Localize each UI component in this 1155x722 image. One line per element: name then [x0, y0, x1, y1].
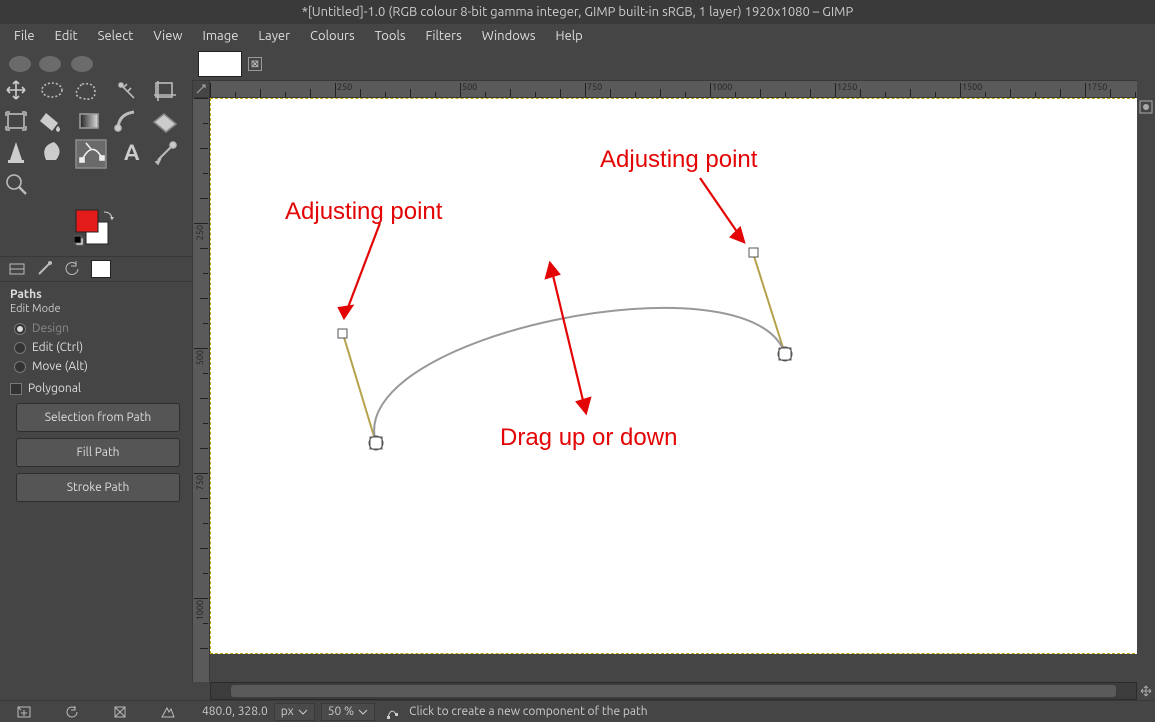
vertical-scrollbar[interactable]: [1137, 98, 1155, 682]
tool-zoom-icon[interactable]: [7, 175, 26, 194]
window-title: *[Untitled]-1.0 (RGB colour 8-bit gamma …: [0, 0, 1155, 24]
selection-from-path-button[interactable]: Selection from Path: [16, 403, 180, 432]
ruler-origin[interactable]: [192, 80, 210, 98]
tool-fuzzy-select-icon[interactable]: [119, 83, 134, 98]
status-zoom[interactable]: 50 %: [321, 703, 375, 721]
menu-layer[interactable]: Layer: [248, 27, 300, 45]
tab-undo-history-icon[interactable]: [62, 259, 84, 279]
tool-free-select-icon[interactable]: [76, 84, 95, 99]
mode-move[interactable]: Move (Alt): [10, 357, 186, 376]
horizontal-scrollbar[interactable]: [210, 682, 1137, 700]
tool-options-title: Paths: [10, 286, 186, 303]
polygonal-check[interactable]: Polygonal: [10, 376, 186, 403]
radio-icon: [14, 323, 26, 335]
tool-crop-icon[interactable]: [154, 81, 176, 101]
fg-bg-colors[interactable]: [0, 202, 192, 256]
tool-clone-icon[interactable]: [8, 142, 24, 163]
menu-edit[interactable]: Edit: [45, 27, 88, 45]
menu-image[interactable]: Image: [193, 27, 249, 45]
canvas-area: ⊠ 2505007501000125015001750 250500750100…: [192, 48, 1155, 700]
toolbox: A: [0, 48, 192, 202]
polygonal-label: Polygonal: [28, 382, 81, 395]
restore-preset-icon[interactable]: [63, 704, 81, 720]
tool-bucket-fill-icon[interactable]: [40, 113, 60, 132]
tool-eraser-icon[interactable]: [154, 114, 176, 132]
tool-move-icon[interactable]: [7, 81, 25, 99]
status-unit[interactable]: px: [274, 703, 315, 721]
ruler-horizontal[interactable]: 2505007501000125015001750: [210, 80, 1137, 98]
menu-colours[interactable]: Colours: [300, 27, 365, 45]
mode-label: Move (Alt): [32, 360, 88, 373]
dock-tabs: [0, 256, 192, 282]
menu-select[interactable]: Select: [88, 27, 144, 45]
tool-text-icon[interactable]: A: [124, 140, 140, 165]
ruler-vertical[interactable]: 2505007501000: [192, 98, 210, 682]
mode-label: Edit (Ctrl): [32, 341, 83, 354]
fill-path-button[interactable]: Fill Path: [16, 438, 180, 467]
stroke-path-button[interactable]: Stroke Path: [16, 473, 180, 502]
tool-options: Paths Edit Mode Design Edit (Ctrl) Move …: [0, 282, 192, 700]
tool-gradient-icon[interactable]: [80, 114, 98, 128]
svg-text:A: A: [124, 140, 140, 165]
quickmask-toggle[interactable]: [192, 682, 210, 700]
chevron-down-icon: [358, 708, 368, 716]
tool-ellipse-select-icon[interactable]: [42, 83, 62, 97]
tab-device-status-icon[interactable]: [34, 259, 56, 279]
reset-preset-icon[interactable]: [159, 704, 177, 720]
tool-smudge-icon[interactable]: [44, 142, 59, 160]
delete-preset-icon[interactable]: [111, 704, 129, 720]
mode-design[interactable]: Design: [10, 319, 186, 338]
menu-help[interactable]: Help: [546, 27, 593, 45]
status-hint-icon: [381, 703, 403, 721]
tool-paintbrush-icon[interactable]: [115, 112, 134, 131]
image-tab[interactable]: [198, 51, 242, 77]
menu-file[interactable]: File: [4, 27, 45, 45]
tab-images-icon[interactable]: [90, 259, 112, 279]
tool-color-picker-icon[interactable]: [156, 142, 176, 164]
status-coords: 480.0, 328.0: [202, 705, 268, 718]
edit-mode-label: Edit Mode: [10, 303, 186, 319]
tool-options-footer: [0, 700, 192, 722]
mode-edit[interactable]: Edit (Ctrl): [10, 338, 186, 357]
canvas[interactable]: Adjusting point Adjusting point Drag up …: [210, 98, 1137, 682]
menu-windows[interactable]: Windows: [472, 27, 546, 45]
tool-unified-transform-icon[interactable]: [6, 112, 26, 130]
close-tab-icon[interactable]: ⊠: [248, 57, 262, 71]
radio-icon: [14, 361, 26, 373]
checkbox-icon: [10, 383, 22, 395]
radio-icon: [14, 342, 26, 354]
quickmask-icon[interactable]: [1139, 100, 1153, 114]
navigation-icon[interactable]: [1137, 682, 1155, 700]
menu-filters[interactable]: Filters: [416, 27, 472, 45]
status-hint: Click to create a new component of the p…: [409, 705, 647, 718]
menu-tools[interactable]: Tools: [365, 27, 416, 45]
chevron-down-icon: [298, 708, 308, 716]
tab-tool-options-icon[interactable]: [6, 259, 28, 279]
menu-bar: File Edit Select View Image Layer Colour…: [0, 24, 1155, 48]
image-tabs: ⊠: [192, 48, 1155, 80]
left-panel: A: [0, 48, 192, 700]
mode-label: Design: [32, 322, 69, 335]
save-preset-icon[interactable]: [15, 704, 33, 720]
menu-view[interactable]: View: [143, 27, 192, 45]
